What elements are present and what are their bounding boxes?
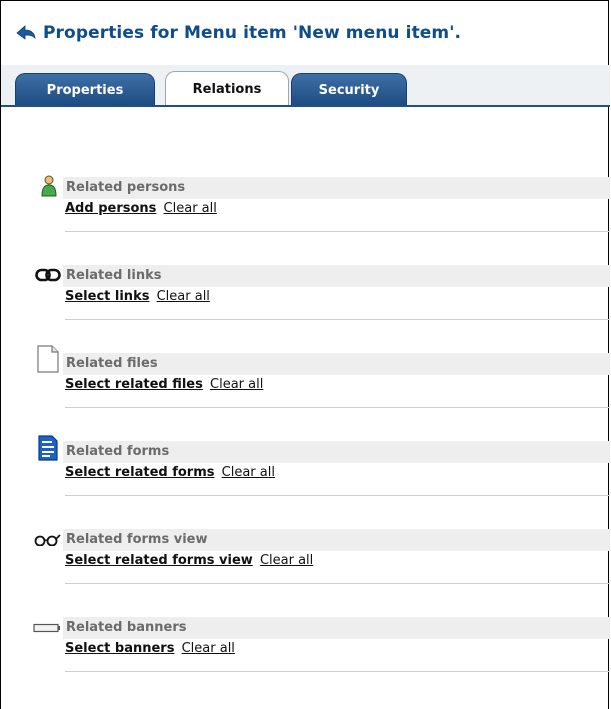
tab-underline [1, 105, 610, 107]
person-icon [41, 175, 57, 197]
tab-security[interactable]: Security [291, 73, 407, 107]
page-title: Properties for Menu item 'New menu item'… [43, 23, 462, 43]
section-header: Related forms [38, 435, 610, 463]
form-document-icon [38, 435, 58, 461]
section-related-forms: Related forms Select related forms Clear… [38, 435, 610, 501]
clear-all-banners-link[interactable]: Clear all [182, 641, 235, 656]
properties-panel: Properties for Menu item 'New menu item'… [0, 0, 610, 709]
select-banners-link[interactable]: Select banners [65, 641, 174, 656]
glasses-icon [34, 534, 61, 546]
section-divider [65, 319, 610, 320]
section-divider [65, 231, 610, 232]
section-links: Add persons Clear all [65, 201, 217, 216]
select-related-forms-link[interactable]: Select related forms [65, 465, 215, 480]
section-header: Related forms view [34, 529, 610, 551]
blank-file-icon [37, 345, 59, 373]
section-divider [65, 583, 610, 584]
section-header: Related files [37, 345, 610, 375]
section-divider [65, 495, 610, 496]
section-links: Select links Clear all [65, 289, 210, 304]
clear-all-files-link[interactable]: Clear all [210, 377, 263, 392]
tab-relations-label: Relations [192, 82, 262, 97]
clear-all-forms-link[interactable]: Clear all [222, 465, 275, 480]
clear-all-links-link[interactable]: Clear all [157, 289, 210, 304]
section-header: Related banners [33, 617, 610, 639]
tab-relations[interactable]: Relations [165, 71, 289, 107]
section-related-files: Related files Select related files Clear… [37, 345, 610, 413]
section-links: Select related forms view Clear all [65, 553, 313, 568]
clear-all-persons-link[interactable]: Clear all [164, 201, 217, 216]
clear-all-forms-view-link[interactable]: Clear all [260, 553, 313, 568]
section-title: Related persons [66, 180, 186, 195]
section-links: Select related forms Clear all [65, 465, 275, 480]
title-bar: Properties for Menu item 'New menu item'… [15, 21, 461, 45]
section-related-links: Related links Select links Clear all [35, 265, 610, 325]
section-divider [65, 671, 610, 672]
select-links-link[interactable]: Select links [65, 289, 149, 304]
section-related-persons: Related persons Add persons Clear all [41, 175, 610, 237]
tab-properties-label: Properties [46, 83, 124, 98]
tab-properties[interactable]: Properties [15, 73, 155, 107]
section-title: Related forms view [66, 532, 208, 547]
chain-link-icon [35, 268, 61, 282]
section-divider [65, 407, 610, 408]
section-related-forms-view: Related forms view Select related forms … [34, 529, 610, 589]
section-related-banners: Related banners Select banners Clear all [33, 617, 610, 677]
section-header: Related persons [41, 175, 610, 199]
select-related-forms-view-link[interactable]: Select related forms view [65, 553, 253, 568]
banner-icon [33, 623, 60, 633]
section-title: Related banners [66, 620, 187, 635]
add-persons-link[interactable]: Add persons [65, 201, 156, 216]
section-links: Select related files Clear all [65, 377, 263, 392]
section-title: Related forms [66, 444, 170, 459]
section-header: Related links [35, 265, 610, 287]
select-related-files-link[interactable]: Select related files [65, 377, 203, 392]
tab-security-label: Security [318, 83, 380, 98]
section-title: Related files [66, 356, 158, 371]
section-title: Related links [66, 268, 162, 283]
back-arrow-icon[interactable] [15, 23, 37, 43]
tab-bar: Properties Relations Security [1, 65, 610, 107]
section-links: Select banners Clear all [65, 641, 235, 656]
